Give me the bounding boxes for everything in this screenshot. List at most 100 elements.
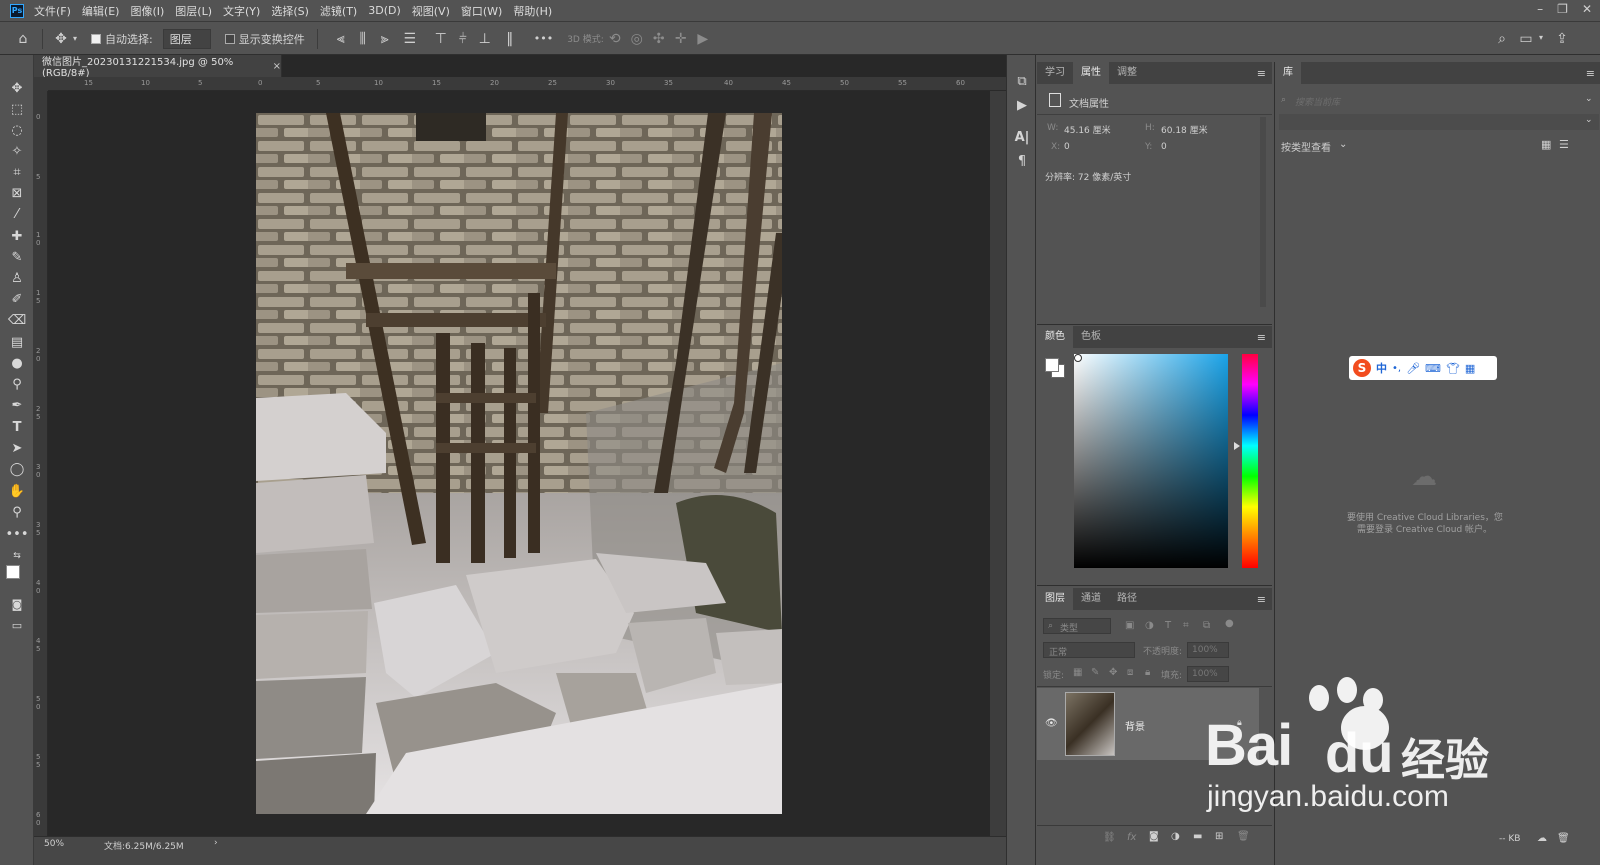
tab-color[interactable]: 颜色 <box>1037 326 1073 348</box>
tab-adjustments[interactable]: 调整 <box>1109 62 1145 84</box>
zoom-tool-icon[interactable]: ⚲ <box>8 503 26 521</box>
document-image[interactable] <box>256 113 782 814</box>
tab-paths[interactable]: 路径 <box>1109 588 1145 610</box>
type-tool-icon[interactable]: T <box>8 418 26 436</box>
microphone-icon[interactable]: 🎤︎ <box>1406 362 1420 375</box>
tool-preset-chevron-icon[interactable]: ▾ <box>69 34 81 43</box>
pen-tool-icon[interactable]: ✒ <box>8 396 26 414</box>
new-group-icon[interactable]: ▬ <box>1193 831 1202 842</box>
zoom-level[interactable]: 50% <box>44 839 64 849</box>
layer-visibility-eye-icon[interactable]: 👁︎ <box>1045 718 1058 729</box>
skin-icon[interactable]: 👕︎ <box>1446 362 1460 375</box>
panel-menu-icon[interactable]: ≡ <box>1257 67 1266 80</box>
move-tool-icon[interactable]: ✥ <box>8 79 26 97</box>
ellipse-tool-icon[interactable]: ◯ <box>8 460 26 478</box>
screen-mode-icon[interactable]: ▭ <box>8 616 26 634</box>
vertical-scrollbar[interactable] <box>990 91 1006 836</box>
history-brush-tool-icon[interactable]: ✐ <box>8 290 26 308</box>
filter-toggle-icon[interactable]: ● <box>1225 618 1234 629</box>
lock-all-icon[interactable]: 🔒︎ <box>1145 667 1150 678</box>
workspace-icon[interactable]: ▭ <box>1518 31 1534 47</box>
hue-slider-handle[interactable] <box>1234 442 1240 450</box>
magic-wand-tool-icon[interactable]: ✧ <box>8 142 26 160</box>
filter-shape-icon[interactable]: ⌗ <box>1183 620 1189 631</box>
search-icon[interactable]: ⌕ <box>1494 31 1510 47</box>
layer-name[interactable]: 背景 <box>1125 718 1145 733</box>
menu-image[interactable]: 图像(I) <box>130 3 164 19</box>
3d-camera-icon[interactable]: ▶ <box>692 31 714 47</box>
ruler-origin[interactable] <box>34 77 48 91</box>
actions-panel-icon[interactable]: ▶ <box>1014 97 1030 113</box>
color-saturation-field[interactable] <box>1074 354 1228 568</box>
move-tool-icon[interactable]: ✥ <box>53 31 69 47</box>
align-vcenter-icon[interactable]: ⫩ <box>452 31 474 47</box>
home-icon[interactable]: ⌂ <box>14 31 32 47</box>
delete-layer-icon[interactable]: 🗑︎ <box>1237 831 1250 842</box>
distribute-icon[interactable]: ☰ <box>396 31 424 47</box>
width-value[interactable]: 45.16 厘米 <box>1064 123 1111 136</box>
menu-edit[interactable]: 编辑(E) <box>82 3 120 19</box>
align-bottom-icon[interactable]: ⊥ <box>474 31 496 47</box>
filter-type-icon[interactable]: T <box>1165 620 1171 631</box>
3d-orbit-icon[interactable]: ⟲ <box>604 31 626 47</box>
restore-icon[interactable]: ❐ <box>1557 2 1568 16</box>
list-view-icon[interactable]: ☰ <box>1559 138 1569 151</box>
eyedropper-tool-icon[interactable]: ⁄ <box>8 205 26 223</box>
quick-mask-icon[interactable]: ◙ <box>8 595 26 613</box>
cc-sync-icon[interactable]: ☁︎ <box>1537 833 1547 844</box>
menu-layer[interactable]: 图层(L) <box>175 3 212 19</box>
menu-window[interactable]: 窗口(W) <box>461 3 502 19</box>
lock-transparent-icon[interactable]: ▦ <box>1073 667 1082 678</box>
hand-tool-icon[interactable]: ✋ <box>8 482 26 500</box>
library-search-field[interactable]: ⌕ 搜索当前库 ⌄ <box>1279 92 1599 110</box>
foreground-color-swatch[interactable] <box>6 565 20 579</box>
edit-toolbar-icon[interactable]: ••• <box>6 525 29 543</box>
ime-punctuation-icon[interactable]: •, <box>1392 363 1401 374</box>
height-value[interactable]: 60.18 厘米 <box>1161 123 1208 136</box>
tab-learn[interactable]: 学习 <box>1037 62 1073 84</box>
lock-artboard-icon[interactable]: ⧈ <box>1127 667 1133 678</box>
panel-menu-icon[interactable]: ≡ <box>1257 331 1266 344</box>
align-right-icon[interactable]: ⫸ <box>374 31 396 47</box>
path-selection-tool-icon[interactable]: ➤ <box>8 439 26 457</box>
blur-tool-icon[interactable]: ● <box>8 354 26 372</box>
brush-tool-icon[interactable]: ✎ <box>8 248 26 266</box>
lock-position-icon[interactable]: ✥ <box>1109 667 1117 678</box>
toolbox-icon[interactable]: ▦ <box>1465 362 1475 375</box>
layer-style-fx-icon[interactable]: fx <box>1127 832 1136 843</box>
lock-pixels-icon[interactable]: ✎ <box>1091 667 1099 678</box>
tab-layers[interactable]: 图层 <box>1037 588 1073 610</box>
color-picker-handle[interactable] <box>1074 354 1082 362</box>
panel-menu-icon[interactable]: ≡ <box>1257 593 1266 606</box>
ime-toolbar[interactable]: S 中 •, 🎤︎ ⌨︎ 👕︎ ▦ <box>1349 356 1497 380</box>
tab-libraries[interactable]: 库 <box>1275 62 1301 84</box>
close-document-icon[interactable]: × <box>273 61 281 72</box>
paragraph-panel-icon[interactable]: ¶ <box>1014 153 1030 169</box>
character-panel-icon[interactable]: A| <box>1014 129 1030 145</box>
search-options-chevron-icon[interactable]: ⌄ <box>1585 94 1593 104</box>
show-transform-checkbox[interactable] <box>224 33 235 44</box>
share-icon[interactable]: ⇪ <box>1554 31 1570 47</box>
menu-view[interactable]: 视图(V) <box>412 3 450 19</box>
hue-slider[interactable] <box>1242 354 1258 568</box>
layer-filter-dropdown[interactable]: ⌕ 类型 <box>1043 618 1111 634</box>
opacity-field[interactable]: 100% <box>1187 642 1229 658</box>
library-delete-icon[interactable]: 🗑︎ <box>1557 833 1570 844</box>
new-adjustment-layer-icon[interactable]: ◑ <box>1171 831 1180 842</box>
3d-pan-icon[interactable]: ✣ <box>648 31 670 47</box>
menu-file[interactable]: 文件(F) <box>34 3 71 19</box>
tab-swatches[interactable]: 色板 <box>1073 326 1109 348</box>
align-top-icon[interactable]: ⊤ <box>430 31 452 47</box>
menu-select[interactable]: 选择(S) <box>271 3 309 19</box>
new-layer-icon[interactable]: ⊞ <box>1215 831 1223 842</box>
blend-mode-dropdown[interactable]: 正常 <box>1043 642 1135 658</box>
crop-tool-icon[interactable]: ⌗ <box>8 163 26 181</box>
document-tab[interactable]: 微信图片_20230131221534.jpg @ 50%(RGB/8#) × <box>34 55 282 79</box>
default-colors-icon[interactable]: ⇆ <box>8 547 26 565</box>
add-mask-icon[interactable]: ◙ <box>1149 831 1159 842</box>
ime-language-label[interactable]: 中 <box>1376 360 1387 376</box>
panel-foreground-swatch[interactable] <box>1045 358 1059 372</box>
stamp-tool-icon[interactable]: ♙ <box>8 269 26 287</box>
menu-type[interactable]: 文字(Y) <box>223 3 260 19</box>
align-left-icon[interactable]: ⫷ <box>330 31 352 47</box>
